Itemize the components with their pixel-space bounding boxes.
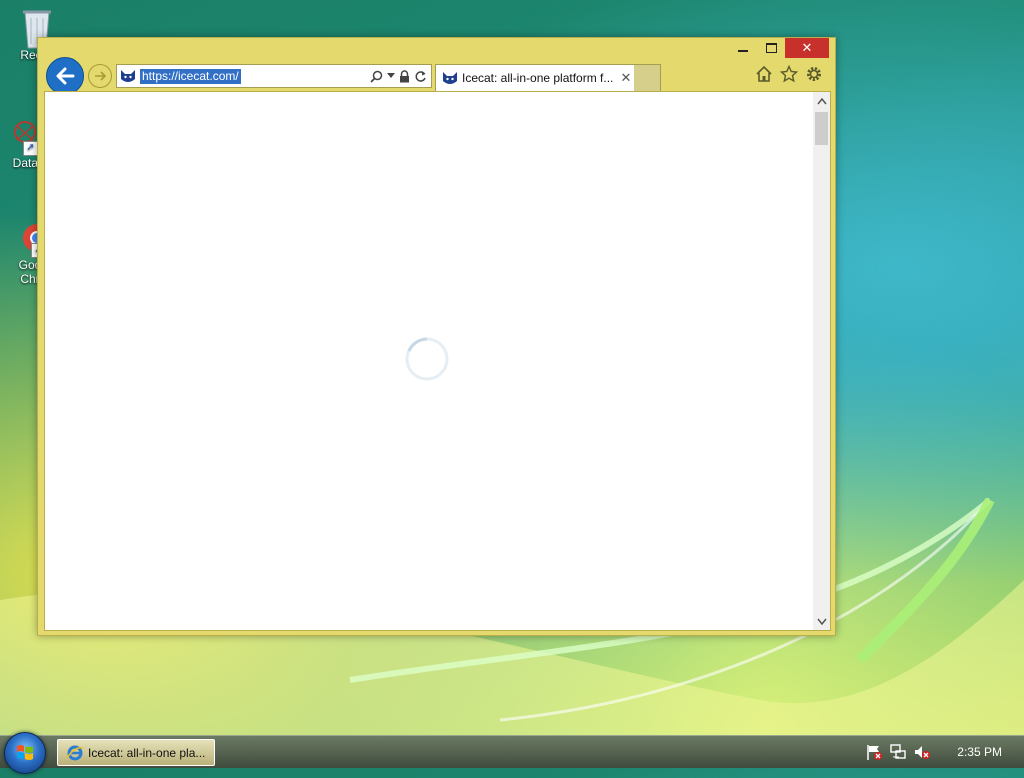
datawrapper-icon: ➚ (5, 118, 41, 156)
browser-window: ✕ https://icecat.com/ Icecat: all-in-one… (37, 37, 836, 636)
taskbar-item-label: Icecat: all-in-one pla... (88, 745, 206, 760)
page-content[interactable] (44, 91, 831, 631)
gear-icon[interactable] (805, 65, 823, 83)
window-controls: ✕ (729, 38, 829, 58)
taskbar: Icecat: all-in-one pla... 2:35 PM (0, 732, 1024, 774)
tab-icecat[interactable]: Icecat: all-in-one platform f... ✕ (435, 64, 635, 91)
home-icon[interactable] (755, 65, 773, 83)
tab-title: Icecat: all-in-one platform f... (462, 71, 614, 85)
maximize-button[interactable] (757, 38, 785, 58)
command-icons (755, 65, 823, 83)
shortcut-arrow-icon: ➚ (23, 141, 38, 156)
address-bar[interactable]: https://icecat.com/ (116, 64, 432, 88)
clock[interactable]: 2:35 PM (957, 745, 1002, 759)
new-tab-button[interactable] (634, 64, 661, 92)
search-icon[interactable] (370, 70, 383, 83)
dropdown-arrow-icon[interactable] (387, 73, 395, 79)
back-arrow-icon (56, 67, 75, 85)
forward-button[interactable] (88, 64, 112, 88)
close-button[interactable]: ✕ (785, 38, 829, 58)
refresh-icon[interactable] (414, 70, 427, 83)
minimize-button[interactable] (729, 38, 757, 58)
address-tools (370, 69, 431, 83)
close-icon: ✕ (801, 40, 813, 55)
icecat-favicon-icon (443, 72, 457, 84)
minimize-icon (738, 50, 748, 52)
forward-arrow-icon (95, 71, 107, 81)
maximize-icon (765, 43, 777, 53)
system-tray: 2:35 PM (865, 736, 1024, 768)
icecat-favicon-icon (121, 70, 135, 82)
ie-icon (66, 745, 84, 760)
back-button[interactable] (46, 57, 84, 95)
taskbar-item-icecat[interactable]: Icecat: all-in-one pla... (57, 739, 215, 766)
windows-logo-icon (17, 745, 33, 760)
scroll-thumb[interactable] (815, 112, 828, 145)
scroll-down-icon[interactable] (813, 612, 830, 630)
network-icon[interactable] (889, 743, 907, 761)
vertical-scrollbar[interactable] (813, 92, 830, 630)
url-text[interactable]: https://icecat.com/ (140, 68, 241, 84)
tab-close-icon[interactable]: ✕ (618, 70, 634, 86)
loading-spinner-icon (405, 337, 449, 381)
star-icon[interactable] (780, 65, 798, 83)
volume-muted-icon[interactable] (913, 743, 931, 761)
scroll-up-icon[interactable] (813, 92, 830, 110)
lock-icon[interactable] (399, 69, 410, 83)
flag-icon[interactable] (865, 743, 883, 761)
